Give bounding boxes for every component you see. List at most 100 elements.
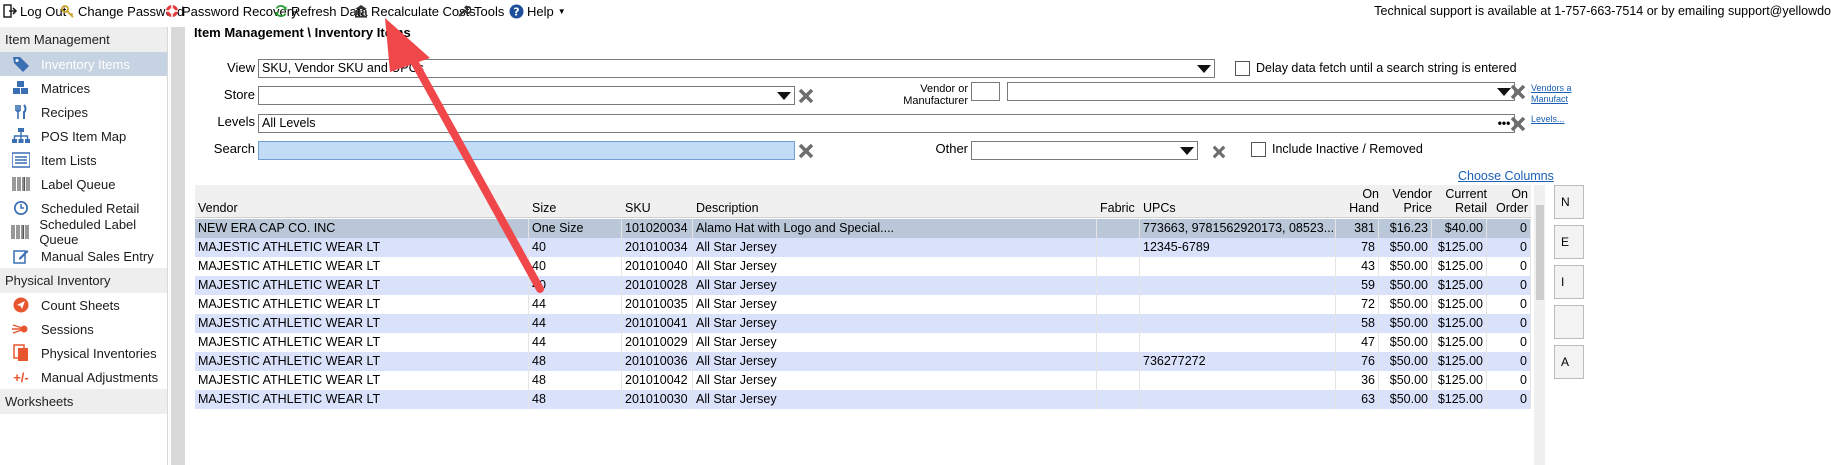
cell-current-retail: $125.00 bbox=[1432, 352, 1487, 371]
levels-link[interactable]: Levels... bbox=[1531, 114, 1565, 124]
table-row[interactable]: MAJESTIC ATHLETIC WEAR LT 40 201010028 All … bbox=[195, 276, 1531, 295]
view-select[interactable]: SKU, Vendor SKU and UPCs bbox=[258, 59, 1215, 78]
tools-menu[interactable]: Tools ▼ bbox=[456, 3, 516, 19]
cell-fabric bbox=[1097, 333, 1140, 352]
cell-size: 40 bbox=[529, 257, 622, 276]
cell-vendor: MAJESTIC ATHLETIC WEAR LT bbox=[195, 333, 529, 352]
section-worksheets[interactable]: Worksheets bbox=[0, 389, 167, 414]
cell-fabric bbox=[1097, 276, 1140, 295]
grid-scrollbar[interactable] bbox=[1534, 185, 1545, 465]
edge-button-2[interactable]: E bbox=[1554, 225, 1584, 259]
section-item-management[interactable]: Item Management bbox=[0, 27, 167, 52]
scrollbar-thumb[interactable] bbox=[1536, 205, 1544, 300]
choose-columns-link[interactable]: Choose Columns bbox=[1458, 169, 1554, 183]
cell-sku: 201010030 bbox=[622, 390, 693, 409]
vendor-code-input[interactable] bbox=[971, 82, 1000, 101]
col-size[interactable]: Size bbox=[532, 201, 556, 215]
clock-icon bbox=[11, 199, 31, 217]
sidebar-item-manual-sales-entry[interactable]: Manual Sales Entry bbox=[0, 244, 167, 268]
chevron-down-icon bbox=[1179, 142, 1195, 159]
col-vendor-price[interactable]: Vendor Price bbox=[1381, 187, 1432, 215]
clear-other-button[interactable] bbox=[1210, 143, 1228, 161]
table-row[interactable]: MAJESTIC ATHLETIC WEAR LT 44 201010029 All … bbox=[195, 333, 1531, 352]
col-description[interactable]: Description bbox=[696, 201, 759, 215]
other-select[interactable] bbox=[971, 141, 1198, 160]
cell-vendor-price: $50.00 bbox=[1379, 314, 1432, 333]
cell-current-retail: $125.00 bbox=[1432, 314, 1487, 333]
table-row[interactable]: MAJESTIC ATHLETIC WEAR LT 44 201010041 All … bbox=[195, 314, 1531, 333]
clear-store-button[interactable] bbox=[797, 87, 815, 105]
cell-description: All Star Jersey bbox=[693, 390, 1097, 409]
edge-button-5[interactable]: A bbox=[1554, 345, 1584, 379]
sidebar-item-inventory-items[interactable]: Inventory Items bbox=[0, 52, 167, 76]
vendor-select[interactable] bbox=[1007, 82, 1515, 101]
search-input[interactable] bbox=[258, 141, 795, 160]
clear-vendor-button[interactable] bbox=[1509, 83, 1527, 101]
table-row[interactable]: MAJESTIC ATHLETIC WEAR LT 40 201010040 All … bbox=[195, 257, 1531, 276]
clear-levels-button[interactable] bbox=[1509, 115, 1527, 133]
col-vendor-price-line1: Vendor bbox=[1392, 187, 1432, 201]
sidebar-item-sessions[interactable]: Sessions bbox=[0, 317, 167, 341]
delay-fetch-checkbox[interactable] bbox=[1235, 61, 1250, 76]
cell-vendor-price: $50.00 bbox=[1379, 257, 1432, 276]
sidebar-item-label: Sessions bbox=[41, 321, 94, 337]
col-sku[interactable]: SKU bbox=[625, 201, 651, 215]
cell-current-retail: $125.00 bbox=[1432, 371, 1487, 390]
col-upcs[interactable]: UPCs bbox=[1143, 201, 1176, 215]
help-menu[interactable]: ? Help ▼ bbox=[509, 3, 566, 19]
col-on-hand[interactable]: On Hand bbox=[1339, 187, 1379, 215]
edge-button-1[interactable]: N bbox=[1554, 185, 1584, 219]
sidebar-item-matrices[interactable]: Matrices bbox=[0, 76, 167, 100]
chevron-down-icon bbox=[1196, 60, 1212, 77]
close-icon bbox=[798, 143, 814, 159]
cell-size: 40 bbox=[529, 238, 622, 257]
list-icon bbox=[11, 151, 31, 169]
edge-button-4[interactable] bbox=[1554, 305, 1584, 339]
grid-header: Vendor Size SKU Description Fabric UPCs … bbox=[195, 185, 1531, 218]
store-select[interactable] bbox=[258, 86, 795, 105]
levels-select[interactable]: All Levels ••• bbox=[258, 114, 1515, 133]
section-physical-inventory[interactable]: Physical Inventory bbox=[0, 268, 167, 293]
close-icon bbox=[1212, 145, 1226, 159]
col-fabric[interactable]: Fabric bbox=[1100, 201, 1135, 215]
cell-fabric bbox=[1097, 238, 1140, 257]
include-inactive-checkbox[interactable] bbox=[1251, 142, 1266, 157]
table-row[interactable]: MAJESTIC ATHLETIC WEAR LT 48 201010036 All … bbox=[195, 352, 1531, 371]
table-row[interactable]: MAJESTIC ATHLETIC WEAR LT 48 201010030 All … bbox=[195, 390, 1531, 409]
cell-upcs: 736277272 bbox=[1140, 352, 1336, 371]
table-row[interactable]: NEW ERA CAP CO. INC One Size 101020034 Alam… bbox=[195, 219, 1531, 238]
edge-button-3[interactable]: I bbox=[1554, 265, 1584, 299]
logout-icon bbox=[2, 4, 17, 19]
table-row[interactable]: MAJESTIC ATHLETIC WEAR LT 40 201010034 All … bbox=[195, 238, 1531, 257]
col-vendor[interactable]: Vendor bbox=[198, 201, 238, 215]
sidebar-item-manual-adjustments[interactable]: +/- Manual Adjustments bbox=[0, 365, 167, 389]
logout-button[interactable]: Log Out bbox=[2, 3, 66, 19]
sidebar-item-label-queue[interactable]: Label Queue bbox=[0, 172, 167, 196]
sidebar-item-physical-inventories[interactable]: Physical Inventories bbox=[0, 341, 167, 365]
vendor-label-line1: Vendor or bbox=[920, 83, 968, 95]
cell-vendor: MAJESTIC ATHLETIC WEAR LT bbox=[195, 371, 529, 390]
col-on-order[interactable]: On Order bbox=[1489, 187, 1528, 215]
fork-knife-icon bbox=[11, 103, 31, 121]
table-row[interactable]: MAJESTIC ATHLETIC WEAR LT 48 201010042 All … bbox=[195, 371, 1531, 390]
cell-on-order: 0 bbox=[1487, 333, 1531, 352]
sidebar-item-count-sheets[interactable]: Count Sheets bbox=[0, 293, 167, 317]
cell-vendor-price: $50.00 bbox=[1379, 352, 1432, 371]
cell-size: 44 bbox=[529, 333, 622, 352]
col-current-retail[interactable]: Current Retail bbox=[1435, 187, 1487, 215]
sidebar-item-item-lists[interactable]: Item Lists bbox=[0, 148, 167, 172]
include-inactive-label: Include Inactive / Removed bbox=[1272, 142, 1423, 156]
sidebar-item-scheduled-label-queue[interactable]: Scheduled Label Queue bbox=[0, 217, 167, 247]
tag-icon bbox=[11, 55, 31, 73]
sidebar-item-pos-item-map[interactable]: POS Item Map bbox=[0, 124, 167, 148]
vendors-link[interactable]: Vendors a Manufact bbox=[1531, 83, 1572, 105]
help-label: Help bbox=[527, 3, 554, 19]
cell-size: 48 bbox=[529, 390, 622, 409]
sidebar-item-recipes[interactable]: Recipes bbox=[0, 100, 167, 124]
cell-size: 48 bbox=[529, 371, 622, 390]
cell-sku: 101020034 bbox=[622, 219, 693, 238]
clear-search-button[interactable] bbox=[797, 142, 815, 160]
cell-sku: 201010042 bbox=[622, 371, 693, 390]
sidebar-scrollbar[interactable] bbox=[171, 27, 185, 465]
table-row[interactable]: MAJESTIC ATHLETIC WEAR LT 44 201010035 All … bbox=[195, 295, 1531, 314]
